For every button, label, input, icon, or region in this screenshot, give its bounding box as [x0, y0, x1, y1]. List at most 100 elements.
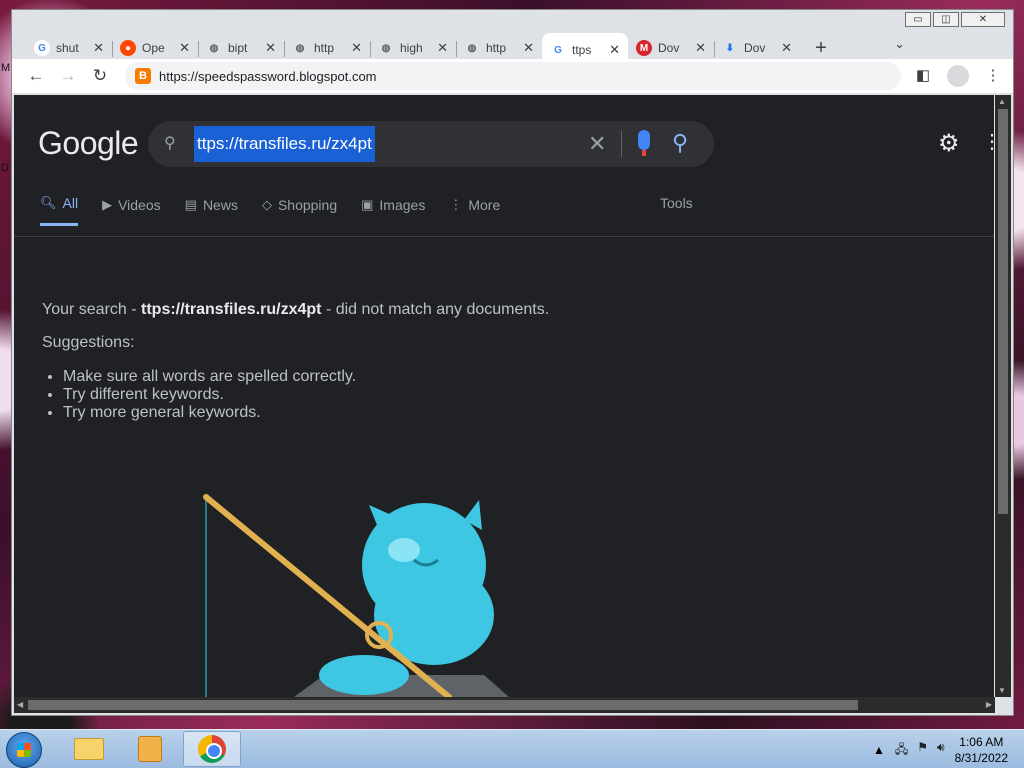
settings-gear-icon[interactable]: ⚙ — [938, 129, 960, 158]
new-tab-button[interactable]: + — [806, 37, 836, 60]
tab-close-icon[interactable]: ✕ — [265, 40, 276, 56]
google-logo[interactable]: Google — [38, 125, 139, 162]
taskbar-chrome[interactable] — [183, 731, 241, 767]
reload-button[interactable]: ↻ — [84, 66, 116, 86]
minimize-button[interactable]: ▭ — [905, 12, 931, 27]
window-controls: ▭ ◫ ✕ — [905, 12, 1005, 27]
browser-toolbar: ← → ↻ B https://speedspassword.blogspot.… — [12, 59, 1013, 93]
browser-window: ▭ ◫ ✕ Gshut ✕ ● Ope ✕ ◍ bipt ✕ ◍ http ✕ ◍ high ✕ … — [11, 9, 1014, 716]
tag-icon: ◇ — [261, 196, 272, 212]
desktop-label-m: M — [1, 62, 11, 74]
close-window-button[interactable]: ✕ — [961, 12, 1005, 27]
tab-close-icon[interactable]: ✕ — [695, 40, 706, 56]
microphone-icon[interactable] — [638, 130, 650, 156]
profile-avatar-icon[interactable] — [947, 65, 969, 87]
browser-menu-icon[interactable]: ⋮ — [983, 66, 1003, 86]
tab-title: Ope — [142, 41, 165, 55]
clock-time: 1:06 AM — [959, 735, 1004, 749]
side-panel-icon[interactable]: ◧ — [913, 66, 933, 86]
start-button[interactable] — [6, 732, 42, 768]
kebab-icon: ⋮ — [449, 196, 463, 212]
image-icon: ▣ — [361, 196, 374, 212]
suggestions-list: Make sure all words are spelled correctl… — [63, 368, 356, 422]
restore-button[interactable]: ◫ — [933, 12, 959, 27]
tab-title: bipt — [228, 41, 248, 55]
tab-close-icon[interactable]: ✕ — [781, 40, 792, 56]
media-player-icon — [138, 736, 162, 762]
tab-news[interactable]: ▤ News — [185, 195, 238, 226]
clear-icon[interactable]: ✕ — [588, 131, 606, 157]
tools-button[interactable]: Tools — [660, 195, 693, 211]
scroll-left-arrow-icon[interactable]: ◀ — [17, 700, 23, 709]
search-box[interactable]: ⚲ ttps://transfiles.ru/zx4pt ✕ ⚲ — [148, 121, 714, 167]
scroll-down-arrow-icon[interactable]: ▼ — [998, 686, 1006, 695]
search-input[interactable]: ttps://transfiles.ru/zx4pt — [194, 126, 375, 162]
google-icon: G — [550, 42, 566, 58]
tab-close-icon[interactable]: ✕ — [93, 40, 104, 56]
search-divider — [621, 131, 622, 157]
windows-taskbar: ▲ 🖧︎ ⚑ 🔊︎ 1:06 AM 8/31/2022 — [0, 729, 1024, 768]
reddit-icon: ● — [120, 40, 136, 56]
suggestion-item: Try different keywords. — [63, 386, 356, 404]
more-menu-icon[interactable]: ⋮ — [982, 129, 994, 154]
taskbar-media-player[interactable] — [121, 731, 179, 767]
search-tabs: 🔍︎ All ▶ Videos ▤ News ◇ Shopping ▣ Images ⋮ M… — [40, 195, 500, 226]
back-button[interactable]: ← — [20, 66, 52, 86]
globe-icon: ◍ — [467, 42, 477, 54]
tab-close-icon[interactable]: ✕ — [179, 40, 190, 56]
play-icon: ▶ — [102, 196, 113, 212]
action-center-flag-icon[interactable]: ⚑ — [917, 740, 928, 761]
clock[interactable]: 1:06 AM 8/31/2022 — [955, 734, 1008, 766]
tab-more[interactable]: ⋮ More — [449, 195, 500, 226]
tab-shopping[interactable]: ◇ Shopping — [262, 195, 337, 226]
address-url[interactable]: https://speedspassword.blogspot.com — [159, 69, 377, 84]
globe-icon: ◍ — [381, 42, 391, 54]
tab-videos[interactable]: ▶ Videos — [102, 195, 161, 226]
tab-title: Dov — [658, 41, 680, 55]
tab-title: ttps — [572, 43, 592, 57]
vertical-scroll-thumb[interactable] — [998, 109, 1008, 514]
news-icon: ▤ — [184, 196, 197, 212]
suggestion-item: Try more general keywords. — [63, 404, 356, 422]
tab-label: Images — [379, 196, 426, 213]
download-icon: ⬇ — [725, 42, 735, 54]
tab-all[interactable]: 🔍︎ All — [40, 195, 79, 226]
tab-title: http — [314, 41, 335, 55]
horizontal-scroll-thumb[interactable] — [28, 700, 858, 710]
horizontal-scrollbar[interactable]: ◀ ▶ — [14, 697, 995, 713]
taskbar-explorer[interactable] — [60, 731, 118, 767]
vertical-scrollbar[interactable]: ▲ ▼ — [995, 95, 1011, 697]
tabs-divider — [14, 236, 994, 237]
blogger-icon: B — [135, 68, 151, 84]
tab-close-icon[interactable]: ✕ — [437, 40, 448, 56]
no-results-prefix: Your search - — [42, 301, 142, 318]
folder-icon — [74, 738, 104, 760]
search-button-icon[interactable]: ⚲ — [672, 130, 688, 156]
scroll-up-arrow-icon[interactable]: ▲ — [998, 97, 1006, 106]
network-icon[interactable]: 🖧︎ — [895, 740, 908, 761]
search-icon: 🔍︎ — [40, 195, 57, 210]
no-results-query: ttps://transfiles.ru/zx4pt — [141, 301, 322, 318]
forward-button[interactable]: → — [52, 66, 84, 86]
tab-title: high — [400, 41, 423, 55]
suggestion-item: Make sure all words are spelled correctl… — [63, 368, 356, 386]
volume-icon[interactable]: 🔊︎ — [937, 740, 945, 761]
tab-close-icon[interactable]: ✕ — [609, 42, 620, 58]
scroll-right-arrow-icon[interactable]: ▶ — [986, 700, 992, 709]
address-bar[interactable]: B https://speedspassword.blogspot.com — [125, 62, 901, 90]
clock-date: 8/31/2022 — [954, 751, 1008, 765]
suggestions-heading: Suggestions: — [42, 334, 135, 351]
globe-icon: ◍ — [295, 42, 305, 54]
globe-icon: ◍ — [209, 42, 219, 54]
tab-label: All — [62, 195, 79, 211]
tab-images[interactable]: ▣ Images — [361, 195, 425, 226]
chrome-icon — [198, 735, 226, 763]
tray-expand-icon[interactable]: ▲ — [873, 743, 885, 757]
tab-title: shut — [56, 41, 79, 55]
search-icon: ⚲ — [164, 135, 176, 152]
tab-title: http — [486, 41, 507, 55]
tab-close-icon[interactable]: ✕ — [351, 40, 362, 56]
tab-label: More — [468, 196, 501, 213]
tab-search-button[interactable]: ⌄ — [894, 36, 905, 52]
tab-close-icon[interactable]: ✕ — [523, 40, 534, 56]
